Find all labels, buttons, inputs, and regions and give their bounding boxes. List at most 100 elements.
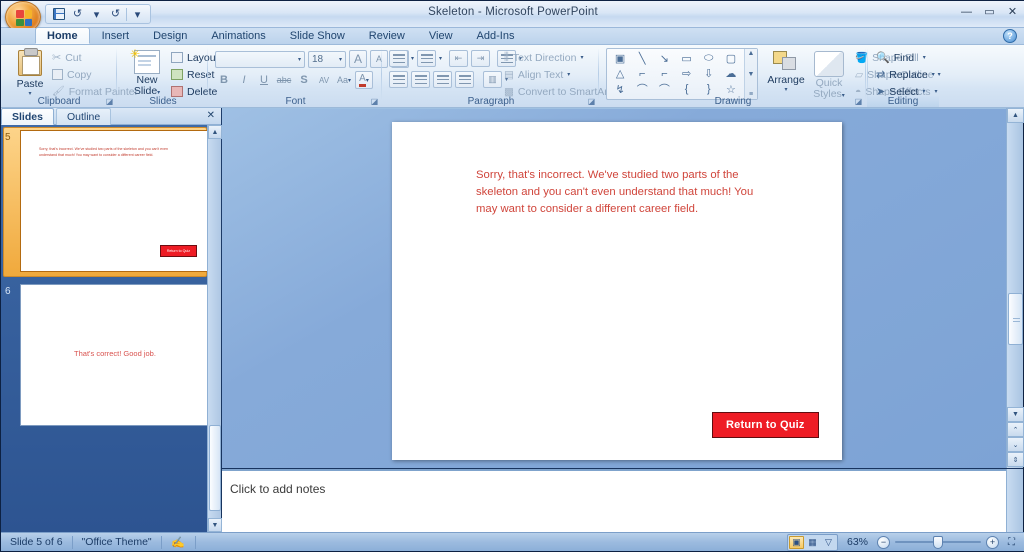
slide-show-view-button[interactable]: ▽ bbox=[821, 536, 836, 549]
pane-scroll-up-button[interactable]: ▲ bbox=[208, 125, 222, 139]
tab-slide-show[interactable]: Slide Show bbox=[278, 27, 357, 44]
align-left-button[interactable] bbox=[389, 71, 408, 88]
notes-scrollbar[interactable] bbox=[1006, 469, 1023, 532]
underline-button[interactable]: U bbox=[255, 71, 273, 89]
tab-insert[interactable]: Insert bbox=[90, 27, 142, 44]
drawing-dialog-launcher-icon[interactable]: ◪ bbox=[854, 97, 863, 106]
shape-arrow-icon[interactable]: ↘ bbox=[653, 51, 675, 66]
tab-animations[interactable]: Animations bbox=[199, 27, 277, 44]
increase-indent-button[interactable]: ⇥ bbox=[471, 50, 491, 67]
current-slide[interactable]: Sorry, that's incorrect. We've studied t… bbox=[392, 122, 842, 460]
font-size-dropdown-arrow-icon[interactable]: ▾ bbox=[339, 56, 342, 63]
shapes-gallery[interactable]: ▣ ╲ ↘ ▭ ⬭ ▢ △ ⌐ ⌐ ⇨ ⇩ ☁ ↯ ⌒ ⌒ {} ☆ ▲ ▼ … bbox=[606, 48, 758, 100]
shape-cloud-icon[interactable]: ☁ bbox=[720, 66, 742, 81]
align-right-button[interactable] bbox=[433, 71, 452, 88]
minimize-button[interactable]: — bbox=[958, 4, 975, 19]
notes-pane[interactable]: Click to add notes bbox=[222, 469, 1006, 532]
slide-scroll-thumb[interactable] bbox=[1008, 293, 1023, 345]
help-icon[interactable]: ? bbox=[1003, 29, 1017, 43]
shape-oval-icon[interactable]: ⬭ bbox=[698, 51, 720, 66]
font-size-input[interactable]: 18 ▾ bbox=[308, 50, 346, 68]
slide-position-indicator[interactable]: Slide 5 of 6 bbox=[1, 533, 72, 552]
pane-scroll-thumb[interactable] bbox=[209, 425, 221, 511]
font-name-input[interactable]: ▾ bbox=[215, 50, 305, 68]
slide-scroll-down-button[interactable]: ▼ bbox=[1007, 407, 1024, 422]
normal-view-button[interactable]: ▣ bbox=[788, 535, 804, 549]
shape-down-arrow-icon[interactable]: ⇩ bbox=[698, 66, 720, 81]
change-case-button[interactable]: Aa ▾ bbox=[335, 71, 353, 89]
shape-curve-icon[interactable]: ⌒ bbox=[631, 81, 653, 97]
shape-left-brace-icon[interactable]: { bbox=[675, 81, 697, 97]
zoom-in-button[interactable]: + bbox=[986, 535, 999, 549]
bullets-dropdown-arrow-icon[interactable]: ▾ bbox=[411, 55, 414, 62]
close-button[interactable]: ✕ bbox=[1004, 4, 1021, 19]
font-name-dropdown-arrow-icon[interactable]: ▾ bbox=[298, 56, 301, 63]
fit-to-window-button[interactable]: ⛶ bbox=[1004, 536, 1019, 549]
align-center-button[interactable] bbox=[411, 71, 430, 88]
slide-thumbnail-6[interactable]: 6 That's correct! Good job. bbox=[3, 284, 207, 426]
tab-outline[interactable]: Outline bbox=[55, 108, 112, 125]
shape-rectangle-icon[interactable]: ▭ bbox=[675, 51, 697, 66]
back-to-start-button[interactable]: ⇕ bbox=[1007, 452, 1024, 467]
pane-scroll-down-button[interactable]: ▼ bbox=[208, 518, 222, 532]
slides-pane-scrollbar[interactable]: ▲ ▼ bbox=[207, 125, 222, 532]
grow-font-button[interactable]: A bbox=[349, 50, 367, 68]
shape-textbox-icon[interactable]: ▣ bbox=[609, 51, 631, 66]
decrease-indent-button[interactable]: ⇤ bbox=[449, 50, 469, 67]
slide-sorter-view-button[interactable]: ▦ bbox=[805, 536, 820, 549]
font-dialog-launcher-icon[interactable]: ◪ bbox=[370, 97, 379, 106]
arrange-dropdown-arrow-icon[interactable]: ▾ bbox=[784, 86, 787, 93]
gallery-scroll-down-icon[interactable]: ▼ bbox=[745, 71, 757, 78]
text-shadow-button[interactable]: S bbox=[295, 71, 313, 89]
font-color-button[interactable]: A ▾ bbox=[355, 71, 373, 89]
spell-check-button[interactable]: ✍ bbox=[162, 533, 195, 552]
arrange-button[interactable]: Arrange ▾ bbox=[763, 49, 809, 93]
paste-button[interactable]: Paste ▾ bbox=[7, 48, 53, 97]
maximize-button[interactable]: ▭ bbox=[981, 4, 998, 19]
tab-home[interactable]: Home bbox=[35, 27, 90, 44]
numbering-button[interactable] bbox=[417, 50, 437, 67]
slide-thumbnail-5[interactable]: 5 Sorry, that's incorrect. We've studied… bbox=[3, 127, 207, 277]
tab-view[interactable]: View bbox=[417, 27, 465, 44]
tab-design[interactable]: Design bbox=[141, 27, 199, 44]
justify-button[interactable] bbox=[455, 71, 474, 88]
slide-area-scrollbar[interactable]: ▲ ▼ ⌃ ⌄ ⇕ bbox=[1006, 108, 1024, 468]
slide-body-text[interactable]: Sorry, that's incorrect. We've studied t… bbox=[476, 167, 766, 218]
gallery-scroll-up-icon[interactable]: ▲ bbox=[745, 50, 757, 57]
zoom-slider-knob[interactable] bbox=[933, 535, 943, 549]
shape-line-icon[interactable]: ╲ bbox=[631, 51, 653, 66]
shape-rounded-rect-icon[interactable]: ▢ bbox=[720, 51, 742, 66]
tab-review[interactable]: Review bbox=[357, 27, 417, 44]
new-slide-button[interactable]: ✳ New Slide▾ bbox=[124, 47, 170, 97]
close-pane-button[interactable]: ✕ bbox=[207, 110, 215, 121]
tab-add-ins[interactable]: Add-Ins bbox=[465, 27, 527, 44]
slide-scroll-up-button[interactable]: ▲ bbox=[1007, 108, 1024, 123]
return-to-quiz-button[interactable]: Return to Quiz bbox=[712, 412, 819, 438]
numbering-dropdown-arrow-icon[interactable]: ▾ bbox=[439, 55, 442, 62]
shape-freeform-icon[interactable]: ↯ bbox=[609, 81, 631, 97]
shape-elbow-connector-icon[interactable]: ⌐ bbox=[631, 66, 653, 81]
shape-triangle-icon[interactable]: △ bbox=[609, 66, 631, 81]
find-button[interactable]: 🔍 Find bbox=[873, 49, 938, 66]
shape-right-brace-icon[interactable]: } bbox=[698, 81, 720, 97]
clipboard-dialog-launcher-icon[interactable]: ◪ bbox=[105, 97, 114, 106]
slide-5-preview[interactable]: Sorry, that's incorrect. We've studied t… bbox=[20, 130, 207, 272]
character-spacing-button[interactable]: AV bbox=[315, 71, 333, 89]
italic-button[interactable]: I bbox=[235, 71, 253, 89]
previous-slide-button[interactable]: ⌃ bbox=[1007, 422, 1024, 437]
shape-star-icon[interactable]: ☆ bbox=[720, 81, 742, 97]
paragraph-dialog-launcher-icon[interactable]: ◪ bbox=[587, 97, 596, 106]
notes-placeholder[interactable]: Click to add notes bbox=[230, 482, 325, 496]
zoom-out-button[interactable]: − bbox=[877, 535, 890, 549]
bullets-button[interactable] bbox=[389, 50, 408, 67]
shape-right-arrow-icon[interactable]: ⇨ bbox=[675, 66, 697, 81]
next-slide-button[interactable]: ⌄ bbox=[1007, 437, 1024, 452]
quick-styles-button[interactable]: Quick Styles▾ bbox=[808, 49, 850, 100]
slide-6-preview[interactable]: That's correct! Good job. bbox=[20, 284, 207, 426]
columns-button[interactable]: ▥ bbox=[483, 71, 502, 88]
replace-button[interactable]: ⇄ Replace ▾ bbox=[873, 66, 938, 83]
tab-slides[interactable]: Slides bbox=[1, 108, 54, 125]
bold-button[interactable]: B bbox=[215, 71, 233, 89]
zoom-slider[interactable] bbox=[895, 535, 981, 549]
shape-arc-icon[interactable]: ⌒ bbox=[653, 81, 675, 97]
